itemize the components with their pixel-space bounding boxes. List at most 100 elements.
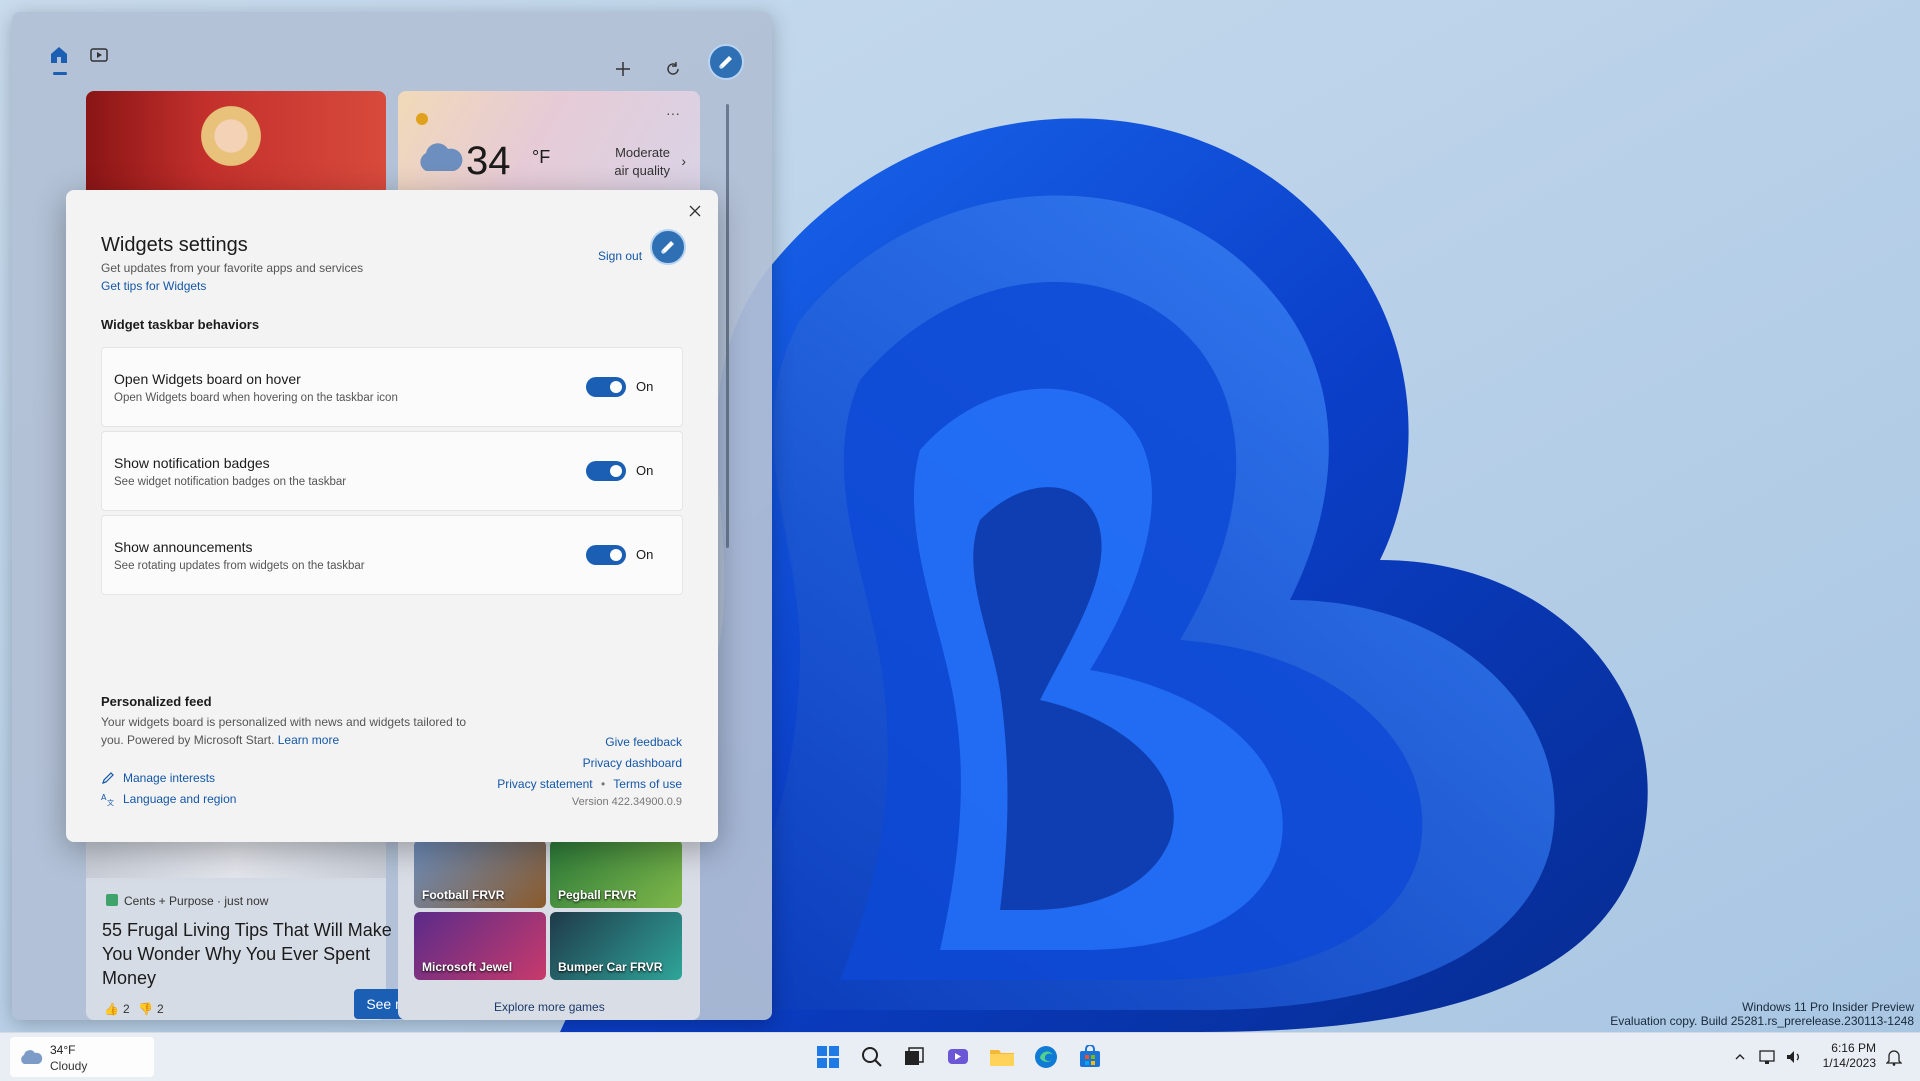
dislike-count: 2 <box>156 1002 164 1016</box>
task-view-icon <box>905 1047 924 1065</box>
video-icon <box>90 48 108 62</box>
chat-icon <box>948 1049 968 1064</box>
watermark-line2: Evaluation copy. Build 25281.rs_prerelea… <box>1610 1014 1914 1028</box>
edge-icon <box>1035 1046 1057 1068</box>
show-hidden-icons-button[interactable] <box>1730 1041 1750 1073</box>
pencil-icon <box>102 772 114 784</box>
volume-button[interactable] <box>1782 1041 1806 1073</box>
language-region-label: Language and region <box>123 792 237 806</box>
bell-icon <box>1886 1050 1902 1066</box>
task-view-button[interactable] <box>898 1041 930 1073</box>
search-icon <box>862 1047 882 1067</box>
taskbar-weather-cond: Cloudy <box>50 1059 88 1073</box>
news-title[interactable]: 55 Frugal Living Tips That Will Make You… <box>102 918 392 990</box>
setting-row-notification-badges: Show notification badges See widget noti… <box>101 431 683 511</box>
language-icon: A文 <box>101 793 114 806</box>
clock-date: 1/14/2023 <box>1822 1056 1876 1070</box>
chat-button[interactable] <box>942 1041 974 1073</box>
setting-row-announcements: Show announcements See rotating updates … <box>101 515 683 595</box>
behaviors-heading: Widget taskbar behaviors <box>101 317 260 332</box>
bullet-separator: • <box>600 777 606 791</box>
feed-description: Your widgets board is personalized with … <box>101 713 471 749</box>
privacy-statement-link[interactable]: Privacy statement <box>497 777 592 791</box>
explore-more-games-link[interactable]: Explore more games <box>494 1000 605 1014</box>
game-tile-bumper-car[interactable]: Bumper Car FRVR <box>550 912 682 980</box>
setting-title: Show announcements <box>114 539 253 555</box>
plus-icon <box>616 62 630 76</box>
refresh-icon <box>667 62 679 75</box>
setting-desc: See rotating updates from widgets on the… <box>114 560 365 572</box>
tab-home-indicator <box>53 72 67 75</box>
like-button[interactable]: 👍 2 <box>104 1002 130 1016</box>
legal-links: Privacy statement • Terms of use <box>497 777 682 791</box>
news-card-photo[interactable] <box>86 91 386 201</box>
game-title: Bumper Car FRVR <box>558 960 663 974</box>
game-tile-pegball[interactable]: Pegball FRVR <box>550 840 682 908</box>
widgets-settings-dialog: Widgets settings Get updates from your f… <box>66 190 718 842</box>
thumbs-up-icon: 👍 <box>104 1002 119 1016</box>
learn-more-link[interactable]: Learn more <box>278 733 339 747</box>
weather-unit: °F <box>532 147 551 167</box>
manage-interests-label: Manage interests <box>123 771 216 785</box>
book-avatar-icon <box>719 56 732 69</box>
refresh-button[interactable] <box>656 52 690 86</box>
account-avatar <box>650 229 686 265</box>
toggle-open-on-hover[interactable] <box>586 377 626 397</box>
book-avatar-icon <box>661 241 674 254</box>
setting-desc: Open Widgets board when hovering on the … <box>114 392 398 404</box>
taskbar-clock[interactable]: 6:16 PM 1/14/2023 <box>1823 1041 1876 1071</box>
store-button[interactable] <box>1074 1041 1106 1073</box>
cloud-icon <box>420 143 463 171</box>
weather-more-button[interactable]: ··· <box>666 105 680 121</box>
network-button[interactable] <box>1756 1041 1780 1073</box>
source-logo-icon <box>106 894 118 906</box>
add-widget-button[interactable] <box>606 52 640 86</box>
taskbar-weather-button[interactable]: 34°F Cloudy <box>10 1037 154 1077</box>
file-explorer-button[interactable] <box>986 1041 1018 1073</box>
terms-of-use-link[interactable]: Terms of use <box>613 777 682 791</box>
toggle-announcements[interactable] <box>586 545 626 565</box>
language-region-link[interactable]: A文 Language and region <box>101 792 236 806</box>
toggle-knob <box>610 381 622 393</box>
account-button[interactable] <box>706 42 746 82</box>
dislike-button[interactable]: 👎 2 <box>138 1002 164 1016</box>
weather-temp: 34 <box>466 139 511 183</box>
start-button[interactable] <box>812 1041 844 1073</box>
search-button[interactable] <box>856 1041 888 1073</box>
game-title: Microsoft Jewel <box>422 960 513 974</box>
version-text: Version 422.34900.0.9 <box>571 796 682 808</box>
air-quality-line1: Moderate <box>615 145 670 160</box>
board-scrollbar[interactable] <box>726 104 729 548</box>
tab-home[interactable] <box>42 38 76 72</box>
toggle-notification-badges[interactable] <box>586 461 626 481</box>
give-feedback-link[interactable]: Give feedback <box>605 735 682 749</box>
like-count: 2 <box>122 1002 130 1016</box>
watermark-line1: Windows 11 Pro Insider Preview <box>1742 1000 1914 1014</box>
weather-card[interactable]: ··· 34 °F Moderate air quality › <box>398 91 700 201</box>
tips-link[interactable]: Get tips for Widgets <box>101 279 206 293</box>
notification-button[interactable] <box>1882 1041 1906 1073</box>
toggle-knob <box>610 465 622 477</box>
manage-interests-link[interactable]: Manage interests <box>101 771 215 785</box>
setting-desc: See widget notification badges on the ta… <box>114 476 347 488</box>
thumbs-down-icon: 👎 <box>138 1002 153 1016</box>
chevron-right-icon: › <box>681 153 686 169</box>
toggle-state: On <box>636 463 654 478</box>
air-quality-line2: air quality <box>614 163 670 178</box>
tab-video[interactable] <box>82 38 116 72</box>
folder-icon <box>990 1050 1014 1066</box>
network-icon <box>1759 1050 1775 1064</box>
toggle-knob <box>610 549 622 561</box>
privacy-dashboard-link[interactable]: Privacy dashboard <box>583 756 682 770</box>
close-button[interactable] <box>682 198 708 224</box>
close-icon <box>689 205 701 217</box>
toggle-state: On <box>636 379 654 394</box>
taskbar-weather-temp: 34°F <box>50 1043 76 1057</box>
setting-title: Open Widgets board on hover <box>114 371 301 387</box>
edge-button[interactable] <box>1030 1041 1062 1073</box>
game-tile-jewel[interactable]: Microsoft Jewel <box>414 912 546 980</box>
game-title: Pegball FRVR <box>558 888 637 902</box>
sign-out-link[interactable]: Sign out <box>598 249 642 263</box>
cloud-icon <box>21 1050 43 1064</box>
game-tile-football[interactable]: Football FRVR <box>414 840 546 908</box>
